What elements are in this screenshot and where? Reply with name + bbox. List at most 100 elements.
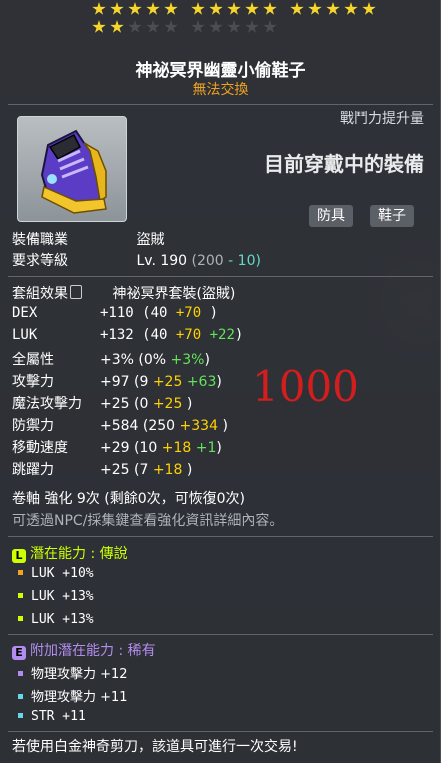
stat-name: 防禦力 xyxy=(12,418,54,434)
star-icon xyxy=(92,2,106,15)
star-icon xyxy=(290,2,304,15)
bullet-icon xyxy=(18,694,23,699)
stat-close: ) xyxy=(216,440,222,456)
stat-base: (250 xyxy=(142,418,180,434)
stat-bonus: +3% xyxy=(170,352,205,368)
star-icon xyxy=(362,2,376,15)
star-row xyxy=(92,20,362,38)
stat-name: 跳躍力 xyxy=(12,462,54,478)
star-row xyxy=(92,2,376,20)
star-icon xyxy=(344,2,358,15)
stat-total: +584 xyxy=(100,418,143,434)
star-group xyxy=(290,2,380,20)
stat-close: ) xyxy=(222,418,228,434)
level-base: (200 xyxy=(191,253,224,269)
divider xyxy=(8,731,433,732)
set-label: 套組效果 xyxy=(12,286,68,302)
stat-enhance: +18 xyxy=(161,440,196,456)
stat-name: LUK xyxy=(12,327,38,343)
star-icon xyxy=(245,2,259,15)
tag-shoes: 鞋子 xyxy=(370,205,414,227)
stat-row: 跳躍力 +25 (7 +18 ) xyxy=(12,459,192,479)
star-icon xyxy=(92,20,106,33)
stat-close: ) xyxy=(234,327,244,343)
stat-enhance: +70 xyxy=(175,305,210,321)
stat-close: ) xyxy=(209,305,219,321)
star-group xyxy=(191,2,281,20)
potential-line: LUK +13% xyxy=(18,612,94,627)
star-icon xyxy=(227,20,241,33)
stat-enhance: +25 xyxy=(152,374,187,390)
stat-enhance: +334 xyxy=(179,418,223,434)
stat-row: 攻擊力 +97 (9 +25 +63) xyxy=(12,371,222,391)
stat-row: LUK +132 (40 +70 +22) xyxy=(12,327,243,343)
stat-close: ) xyxy=(216,374,222,390)
overlay-number: 1000 xyxy=(252,362,359,411)
star-icon xyxy=(146,2,160,15)
star-icon xyxy=(110,2,124,15)
additional-line: 物理攻擊力 +11 xyxy=(18,686,128,705)
divider xyxy=(8,634,433,635)
star-icon xyxy=(308,2,322,15)
star-icon xyxy=(146,20,160,33)
item-name: 神祕冥界幽靈小偷鞋子 xyxy=(135,61,306,81)
star-icon xyxy=(191,2,205,15)
additional-line: STR +11 xyxy=(18,709,86,724)
star-icon xyxy=(263,2,277,15)
stat-base: (0% xyxy=(138,352,171,368)
divider xyxy=(8,276,433,277)
level-row: 要求等級 Lv. 190 (200 - 10) xyxy=(12,250,261,270)
star-icon xyxy=(128,20,142,33)
stat-row: DEX +110 (40 +70 ) xyxy=(12,305,218,321)
item-tooltip: 神祕冥界幽靈小偷鞋子 無法交換 戰鬥力提升量 目前穿戴中的裝備 防具 鞋子 裝備… xyxy=(0,0,441,763)
bullet-icon xyxy=(18,671,23,676)
legendary-badge-icon: L xyxy=(12,549,26,563)
stat-enhance: +25 xyxy=(152,396,187,412)
stat-enhance: +70 xyxy=(175,327,210,343)
power-label: 戰鬥力提升量 xyxy=(340,111,424,127)
bullet-icon xyxy=(18,713,23,718)
level-label: 要求等級 xyxy=(12,253,68,269)
stat-name: 全屬性 xyxy=(12,352,54,368)
star-icon xyxy=(209,20,223,33)
potential-title: 潛在能力 : 傳說 xyxy=(30,546,128,562)
stat-total: +132 xyxy=(100,327,143,343)
stat-row: 全屬性 +3% (0% +3%) xyxy=(12,349,210,369)
bullet-icon xyxy=(18,616,23,621)
scroll-line: 卷軸 強化 9次 (剩餘0次，可恢復0次) xyxy=(12,491,245,507)
stat-base: (10 xyxy=(134,440,162,456)
star-icon xyxy=(164,2,178,15)
star-icon xyxy=(263,20,277,33)
stat-total: +3% xyxy=(100,352,139,368)
star-icon xyxy=(209,2,223,15)
star-icon xyxy=(191,20,205,33)
divider xyxy=(8,104,433,105)
stat-row: 魔法攻擊力 +25 (0 +25 ) xyxy=(12,393,192,413)
epic-badge-icon: E xyxy=(12,646,26,660)
stat-base: (40 xyxy=(142,305,176,321)
star-group xyxy=(92,20,182,38)
stat-bonus: +63 xyxy=(186,374,217,390)
tag-armor: 防具 xyxy=(309,205,353,227)
star-icon xyxy=(326,2,340,15)
scroll-hint: 可透過NPC/採集鍵查看強化資訊詳細內容。 xyxy=(12,513,284,529)
stat-name: DEX xyxy=(12,305,38,321)
item-icon-frame xyxy=(17,116,127,222)
stat-bonus: +22 xyxy=(209,327,235,343)
stat-total: +97 xyxy=(100,374,134,390)
star-force xyxy=(92,2,376,38)
set-value: 神祕冥界套裝(盜賊) xyxy=(112,286,236,302)
footer-note: 若使用白金神奇剪刀，該道具可進行一次交易! xyxy=(12,739,298,755)
star-icon xyxy=(227,2,241,15)
potential-line: LUK +10% xyxy=(18,566,94,581)
divider xyxy=(8,536,433,537)
star-group xyxy=(191,20,281,38)
stat-close: ) xyxy=(204,352,210,368)
level-value: Lv. 190 xyxy=(136,253,188,269)
stat-close: ) xyxy=(186,462,193,478)
stat-total: +25 xyxy=(100,396,134,412)
bullet-icon xyxy=(18,593,23,598)
additional-title: 附加潛在能力 : 稀有 xyxy=(30,643,156,659)
stat-base: (0 xyxy=(134,396,153,412)
stat-base: (7 xyxy=(134,462,153,478)
